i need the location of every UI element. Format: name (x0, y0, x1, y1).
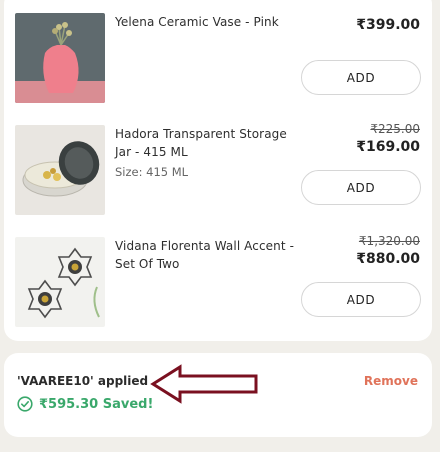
product-price: ₹880.00 (356, 251, 420, 267)
product-price: ₹399.00 (356, 17, 420, 33)
product-name: Yelena Ceramic Vase - Pink (115, 15, 279, 29)
coupon-applied-text: 'VAAREE10' applied (17, 374, 149, 388)
product-size: Size: 415 ML (115, 165, 189, 179)
product-old-price: ₹1,320.00 (358, 234, 420, 248)
product-name: Hadora Transparent Storage Jar - 415 ML (115, 127, 287, 159)
savings-amount: ₹595.30 Saved! (39, 396, 154, 412)
product-price: ₹169.00 (356, 139, 420, 155)
product-image-jar[interactable] (15, 125, 105, 215)
add-button[interactable]: ADD (301, 282, 421, 317)
cart-item: Hadora Transparent Storage Jar - 415 ML … (4, 122, 432, 237)
check-circle-icon (17, 396, 33, 412)
product-old-price: ₹225.00 (370, 122, 420, 136)
add-button[interactable]: ADD (301, 170, 421, 205)
product-image-vase[interactable] (15, 13, 105, 103)
product-name: Vidana Florenta Wall Accent - Set Of Two (115, 239, 294, 271)
savings-line: ₹595.30 Saved! (17, 396, 153, 412)
left-arrow-annotation-icon (150, 364, 258, 404)
remove-coupon-link[interactable]: Remove (364, 374, 418, 388)
product-image-wall-accent[interactable] (15, 237, 105, 327)
cart-item: Vidana Florenta Wall Accent - Set Of Two… (4, 234, 432, 349)
cart-items-card: Yelena Ceramic Vase - Pink ₹399.00 ADD H… (4, 0, 432, 341)
add-button[interactable]: ADD (301, 60, 421, 95)
cart-item: Yelena Ceramic Vase - Pink ₹399.00 ADD (4, 13, 432, 125)
